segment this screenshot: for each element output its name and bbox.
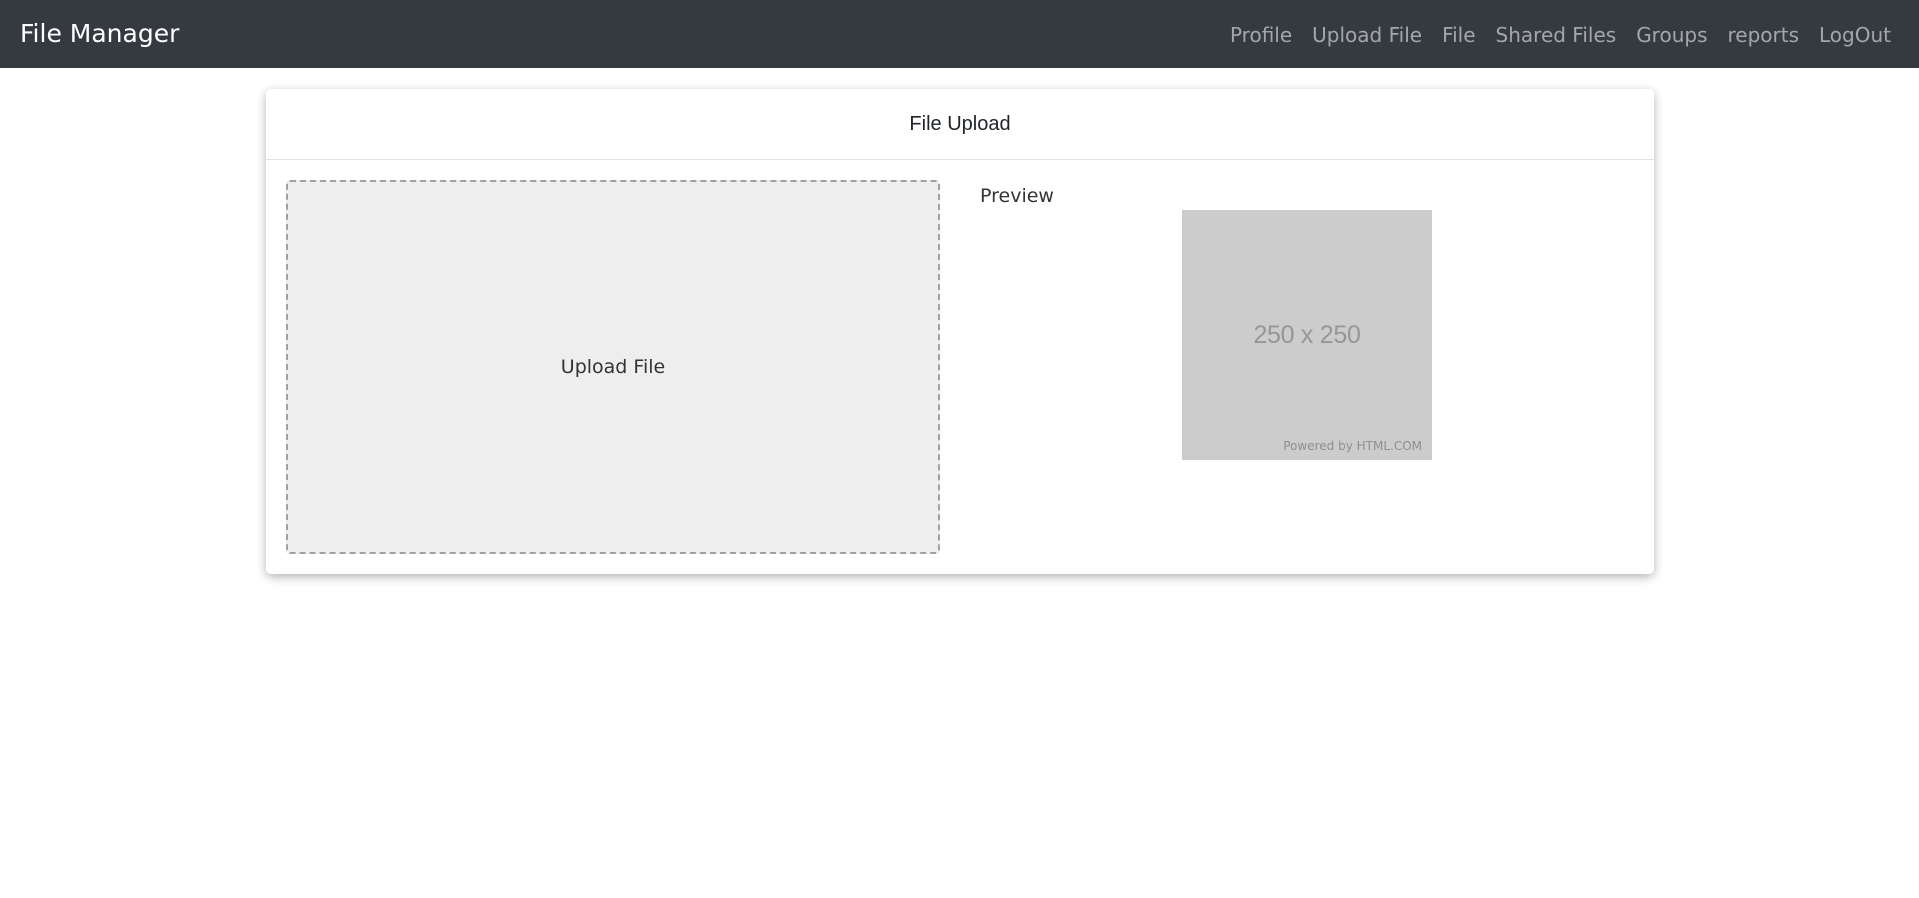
file-upload-card: File Upload Upload File Preview 250 x 25… (266, 89, 1654, 574)
nav-link-shared-files[interactable]: Shared Files (1486, 22, 1627, 48)
preview-image-size-text: 250 x 250 (1253, 320, 1361, 349)
nav-link-profile[interactable]: Profile (1220, 22, 1302, 48)
preview-label: Preview (980, 185, 1054, 207)
preview-image-placeholder: 250 x 250 Powered by HTML.COM (1182, 210, 1432, 460)
upload-dropzone[interactable]: Upload File (286, 180, 940, 554)
brand-link[interactable]: File Manager (20, 18, 179, 50)
nav-link-file[interactable]: File (1432, 22, 1485, 48)
navbar: File Manager Profile Upload File File Sh… (0, 0, 1919, 68)
nav-link-reports[interactable]: reports (1718, 22, 1810, 48)
nav-link-logout[interactable]: LogOut (1809, 22, 1899, 48)
card-title: File Upload (909, 112, 1011, 135)
card-header: File Upload (266, 89, 1654, 160)
nav-link-upload-file[interactable]: Upload File (1302, 22, 1432, 48)
nav-links: Profile Upload File File Shared Files Gr… (1220, 22, 1899, 48)
dropzone-label: Upload File (560, 356, 666, 378)
nav-link-groups[interactable]: Groups (1626, 22, 1717, 48)
preview-image-powered-text: Powered by HTML.COM (1283, 439, 1422, 453)
